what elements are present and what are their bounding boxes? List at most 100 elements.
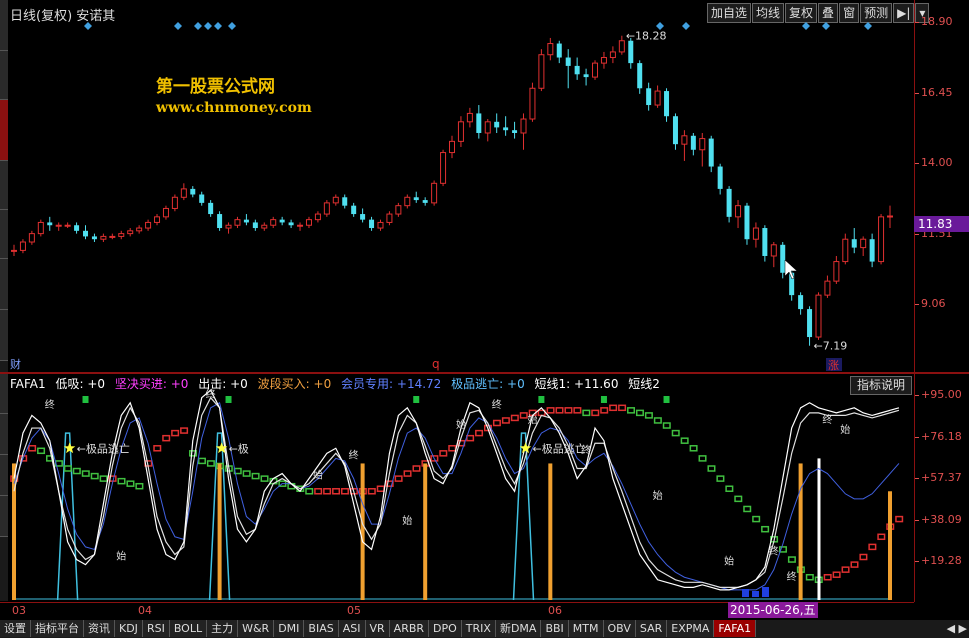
candle-body [664,91,670,117]
tab-settings[interactable]: 设置 [0,620,31,637]
cursor-date-label: 2015-06-26,五 [728,602,818,618]
tab-news[interactable]: 资讯 [84,620,115,637]
trend-segment [260,475,269,482]
candle-body [512,130,518,133]
signal-tag-label: 始 [840,423,850,436]
low-block [762,587,769,597]
tab-bias[interactable]: BIAS [304,620,339,637]
tab-new-dma[interactable]: 新DMA [495,620,542,637]
tab-scroll-arrows[interactable]: ◀ ▶ [947,620,967,638]
high-price-label: ←18.28 [626,30,667,43]
candle-body [887,215,893,218]
date-tick-label: 06 [548,604,562,617]
candle-body [225,224,232,229]
indicator-chart[interactable]: ←极品逃亡 ←极 ←极品逃亡终终始始终始始终始终始始终终终始 [0,374,914,602]
trend-segment [439,450,448,457]
finance-marker: 财 [10,357,21,371]
bottom-indicator-tabs: 设置 指标平台 资讯 KDJ RSI BOLL 主力 W&R DMI BIAS … [0,620,969,638]
trend-segment [850,561,859,568]
candle-body [243,219,249,223]
trend-segment [662,422,671,429]
wave-buy-bar [888,491,892,600]
trend-segment [877,533,886,541]
trend-segment [501,417,510,424]
candle-body [833,261,840,282]
trend-segment [671,429,680,437]
tab-asi[interactable]: ASI [338,620,366,637]
tab-arbr[interactable]: ARBR [389,620,430,637]
tab-mtm[interactable]: MTM [568,620,604,637]
candle-body [869,239,875,262]
trend-segment [403,470,412,477]
trend-segment [653,417,662,424]
trend-segment [466,434,475,442]
candle-body [690,135,696,150]
signal-diamond [864,22,872,30]
candle-body [190,188,196,195]
trend-segment [63,465,72,472]
tab-rsi[interactable]: RSI [142,620,170,637]
candle-body [484,121,491,134]
candle-body [422,200,428,203]
tab-dpo[interactable]: DPO [429,620,462,637]
stock-chart-window: 日线(复权) 安诺其 加自选 均线 复权 叠 窗 预测 ▶| ▾ ←18.28 ←… [0,0,969,638]
trend-segment [689,445,698,452]
candle-body [413,197,419,201]
cursor-bar [817,458,821,600]
candle-body [314,213,321,221]
trend-segment [242,470,251,477]
candle-body [323,202,330,215]
trend-segment [126,480,135,487]
price-chart[interactable]: ←18.28 ←7.19 财 q 涨 [0,0,914,372]
tab-bbi[interactable]: BBI [541,620,569,637]
tab-fafa1[interactable]: FAFA1 [714,620,757,637]
candle-body [735,205,742,218]
candle-body [305,219,312,226]
wave-buy-bar [798,463,803,600]
candle-body [279,219,285,223]
trend-segment [332,488,341,495]
candle-body [466,112,473,123]
trend-segment [519,412,528,419]
trend-segment [197,457,206,465]
candle-body [798,295,804,310]
candle-body [145,221,152,229]
candle-body [386,213,393,223]
candle-body [199,194,205,203]
candle-body [726,188,732,217]
signal-top-mark [600,396,607,403]
tab-obv[interactable]: OBV [603,620,636,637]
signal-tag-label: 始 [313,469,323,482]
candle-body [637,63,643,89]
tab-sar[interactable]: SAR [635,620,668,637]
wave-buy-bar [360,463,365,600]
signal-tag-label: 始 [456,418,466,431]
candle-body [154,216,161,223]
tab-expma[interactable]: EXPMA [667,620,715,637]
candle-body [404,196,411,207]
signal-top-mark [663,396,670,403]
candle-body [136,227,143,232]
trend-segment [72,467,81,475]
candle-body [520,118,527,134]
trend-segment [90,472,99,480]
tab-main-force[interactable]: 主力 [207,620,239,637]
tab-wr[interactable]: W&R [238,620,275,637]
signal-tag-label: 终 [206,388,216,401]
trend-segment [627,407,636,414]
tab-boll[interactable]: BOLL [169,620,208,637]
watermark-url: www.chnmoney.com [156,100,312,116]
candle-body [770,244,777,257]
tab-dmi[interactable]: DMI [274,620,305,637]
trend-segment [805,573,814,581]
candle-body [538,54,545,89]
tab-vr[interactable]: VR [365,620,390,637]
candle-body [762,228,768,256]
candle-body [91,236,97,240]
trend-segment [859,553,868,561]
tab-kdj[interactable]: KDJ [115,620,143,637]
candle-body [609,51,616,59]
candle-body [681,135,688,145]
tab-trix[interactable]: TRIX [461,620,496,637]
tab-indicator-platform[interactable]: 指标平台 [31,620,84,637]
